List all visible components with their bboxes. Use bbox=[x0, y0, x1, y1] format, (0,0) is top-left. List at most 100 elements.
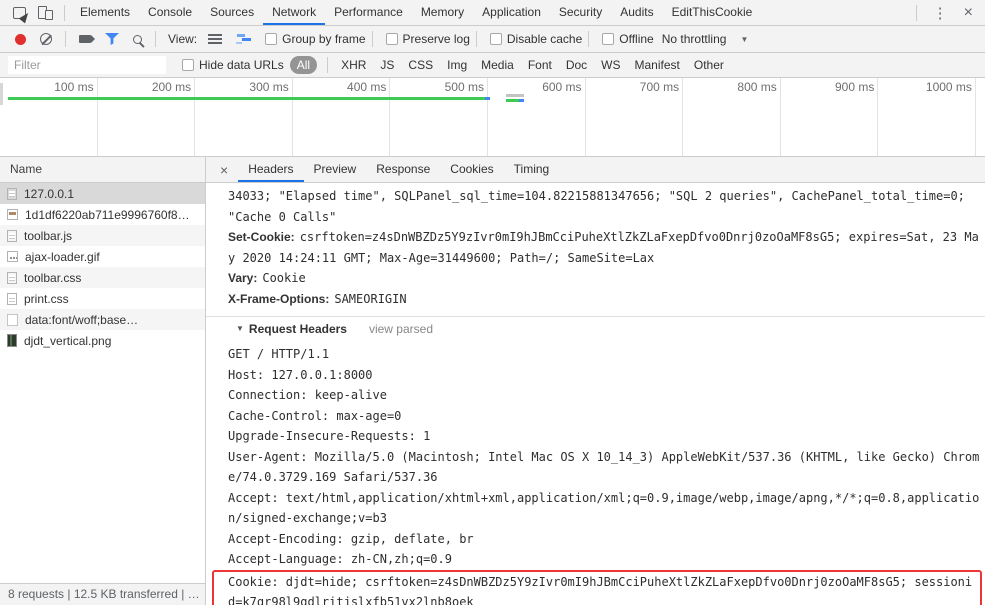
request-row[interactable]: print.css bbox=[0, 288, 205, 309]
tab-sources[interactable]: Sources bbox=[201, 0, 263, 25]
tab-performance[interactable]: Performance bbox=[325, 0, 412, 25]
filter-toggle-button[interactable] bbox=[98, 27, 126, 51]
request-row[interactable]: ajax-loader.gif bbox=[0, 246, 205, 267]
request-name: toolbar.css bbox=[24, 270, 82, 285]
header-value: Cookie bbox=[262, 271, 306, 285]
headers-content: 34033; "Elapsed time", SQLPanel_sql_time… bbox=[206, 183, 985, 605]
view-label: View: bbox=[168, 32, 198, 46]
network-overview-timeline[interactable]: 100 ms 200 ms 300 ms 400 ms 500 ms 600 m… bbox=[0, 78, 985, 157]
preserve-log-checkbox[interactable] bbox=[385, 33, 398, 45]
group-by-frame-checkbox[interactable] bbox=[265, 33, 278, 45]
large-rows-toggle[interactable] bbox=[201, 27, 229, 51]
tab-console[interactable]: Console bbox=[139, 0, 201, 25]
inspect-element-button[interactable] bbox=[6, 0, 32, 25]
disable-cache-label: Disable cache bbox=[506, 32, 583, 46]
request-row[interactable]: djdt_vertical.png bbox=[0, 330, 205, 351]
view-parsed-link[interactable]: view parsed bbox=[369, 319, 433, 340]
request-name: djdt_vertical.png bbox=[24, 333, 112, 348]
stylesheet-file-icon bbox=[7, 292, 17, 305]
tab-memory[interactable]: Memory bbox=[412, 0, 473, 25]
type-filter-ws[interactable]: WS bbox=[594, 56, 627, 74]
inspect-cursor-icon bbox=[12, 6, 26, 19]
header-name: Set-Cookie: bbox=[228, 230, 295, 244]
tab-cookies[interactable]: Cookies bbox=[440, 157, 503, 182]
response-header-line: X-Frame-Options: SAMEORIGIN bbox=[228, 289, 980, 310]
capture-screenshots-button[interactable] bbox=[72, 27, 98, 51]
header-name: X-Frame-Options: bbox=[228, 291, 330, 306]
filter-input[interactable] bbox=[8, 56, 166, 74]
cookie-request-line: Cookie: djdt=hide; csrftoken=z4sDnWBZDz5… bbox=[228, 574, 973, 605]
raw-request-line: Host: 127.0.0.1:8000 bbox=[228, 367, 373, 382]
clear-button[interactable] bbox=[33, 27, 59, 51]
close-details-icon[interactable]: × bbox=[210, 162, 238, 178]
tab-audits[interactable]: Audits bbox=[611, 0, 662, 25]
request-name: 1d1df6220ab711e9996760f8… bbox=[25, 207, 190, 222]
tab-response[interactable]: Response bbox=[366, 157, 440, 182]
overview-drag-handle[interactable] bbox=[0, 83, 3, 105]
camera-icon bbox=[79, 35, 95, 43]
separator bbox=[588, 31, 590, 47]
request-name: toolbar.js bbox=[24, 228, 73, 243]
data-uri-file-icon bbox=[7, 313, 18, 326]
type-filter-img[interactable]: Img bbox=[440, 56, 474, 74]
type-filter-xhr[interactable]: XHR bbox=[334, 56, 373, 74]
request-row[interactable]: data:font/woff;base… bbox=[0, 309, 205, 330]
response-header-overflow: 34033; "Elapsed time", SQLPanel_sql_time… bbox=[228, 189, 973, 224]
type-filter-other[interactable]: Other bbox=[687, 56, 731, 74]
close-devtools-icon[interactable]: × bbox=[958, 4, 985, 22]
timeline-tick: 700 ms bbox=[586, 78, 684, 156]
request-name: data:font/woff;base… bbox=[25, 312, 139, 327]
offline-checkbox[interactable] bbox=[602, 33, 615, 45]
disable-cache-checkbox[interactable] bbox=[489, 33, 502, 45]
tab-elements[interactable]: Elements bbox=[71, 0, 139, 25]
separator bbox=[371, 31, 373, 47]
tab-application[interactable]: Application bbox=[473, 0, 550, 25]
type-filter-css[interactable]: CSS bbox=[401, 56, 440, 74]
request-row[interactable]: 1d1df6220ab711e9996760f8… bbox=[0, 204, 205, 225]
tab-network[interactable]: Network bbox=[263, 0, 326, 25]
separator bbox=[65, 31, 66, 47]
search-button[interactable] bbox=[126, 27, 149, 51]
status-bar: 8 requests | 12.5 KB transferred | … bbox=[0, 583, 206, 605]
overview-small-bar-blue bbox=[519, 99, 524, 102]
request-row[interactable]: toolbar.js bbox=[0, 225, 205, 246]
type-filter-media[interactable]: Media bbox=[474, 56, 521, 74]
request-headers-section-header[interactable]: ▼ Request Headers view parsed bbox=[236, 319, 980, 340]
image-file-icon bbox=[7, 209, 18, 220]
list-rows-icon bbox=[208, 34, 223, 44]
tab-security[interactable]: Security bbox=[550, 0, 611, 25]
tab-timing[interactable]: Timing bbox=[504, 157, 560, 182]
device-toolbar-button[interactable] bbox=[32, 0, 58, 25]
request-row[interactable]: 127.0.0.1 bbox=[0, 183, 205, 204]
separator bbox=[915, 4, 917, 21]
preserve-log-label: Preserve log bbox=[402, 32, 470, 46]
cookie-highlight-box: Cookie: djdt=hide; csrftoken=z4sDnWBZDz5… bbox=[212, 569, 982, 605]
request-name: 127.0.0.1 bbox=[24, 186, 75, 201]
name-column-header[interactable]: Name bbox=[0, 157, 205, 183]
waterfall-icon bbox=[236, 34, 252, 44]
request-row[interactable]: toolbar.css bbox=[0, 267, 205, 288]
filter-bar: Hide data URLs All XHR JS CSS Img Media … bbox=[0, 53, 985, 78]
type-filter-manifest[interactable]: Manifest bbox=[628, 56, 687, 74]
tab-editthiscookie[interactable]: EditThisCookie bbox=[663, 0, 762, 25]
request-name: ajax-loader.gif bbox=[25, 249, 100, 264]
timeline-tick: 300 ms bbox=[195, 78, 293, 156]
timeline-tick: 600 ms bbox=[488, 78, 586, 156]
record-button[interactable] bbox=[8, 27, 33, 51]
raw-request-line: GET / HTTP/1.1 bbox=[228, 347, 330, 361]
type-filter-font[interactable]: Font bbox=[521, 56, 559, 74]
tab-headers[interactable]: Headers bbox=[238, 157, 304, 182]
throttling-select[interactable]: No throttling ▼ bbox=[662, 32, 749, 46]
more-options-icon[interactable]: ⋮ bbox=[923, 4, 958, 22]
offline-label: Offline bbox=[619, 32, 654, 46]
overview-toggle[interactable] bbox=[229, 27, 258, 51]
clear-icon bbox=[40, 33, 52, 45]
tab-preview[interactable]: Preview bbox=[304, 157, 367, 182]
overview-small-bar-green bbox=[506, 99, 519, 102]
hide-data-urls-checkbox[interactable] bbox=[182, 59, 194, 71]
type-filter-doc[interactable]: Doc bbox=[559, 56, 594, 74]
timeline-tick: 500 ms bbox=[390, 78, 488, 156]
separator bbox=[155, 31, 156, 47]
type-filter-js[interactable]: JS bbox=[373, 56, 401, 74]
type-filter-all[interactable]: All bbox=[289, 56, 318, 74]
